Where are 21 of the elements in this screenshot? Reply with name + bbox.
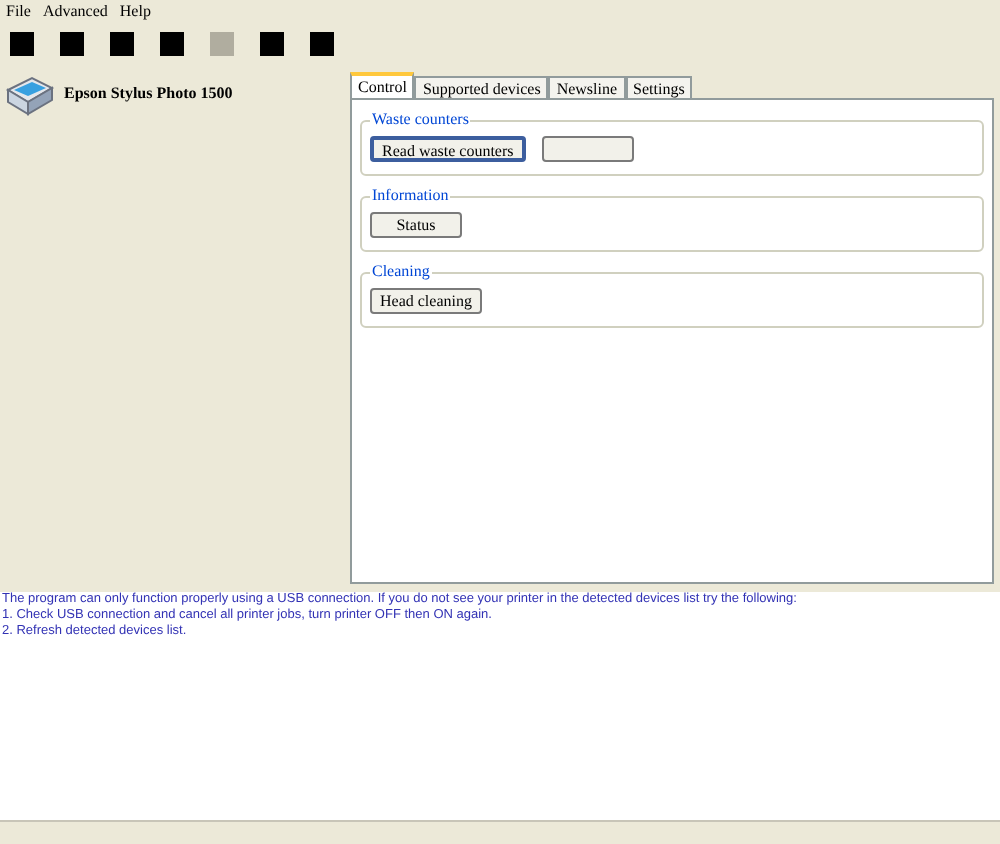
action-button[interactable]: Read waste counters (370, 136, 526, 162)
action-button[interactable] (541, 136, 634, 162)
action-button[interactable]: Status (370, 212, 462, 238)
group-title: Information (372, 186, 449, 204)
action-button[interactable]: Head cleaning (370, 288, 482, 314)
tab[interactable]: Settings (625, 76, 693, 98)
tab[interactable]: Supported devices (414, 76, 549, 98)
group-title: Waste counters (372, 110, 469, 128)
toolbar-button[interactable] (110, 32, 134, 56)
group-title: Cleaning (372, 262, 430, 280)
device-item[interactable]: Epson Stylus Photo 1500 (4, 70, 350, 118)
tab[interactable]: Control (350, 72, 415, 98)
toolbar-button[interactable] (260, 32, 284, 56)
tab[interactable]: Newsline (548, 76, 626, 98)
menu-item[interactable]: Advanced (42, 0, 108, 24)
menu-item[interactable]: Help (119, 0, 151, 24)
toolbar-button[interactable] (160, 32, 184, 56)
menu-item[interactable]: File (6, 0, 31, 24)
toolbar-button[interactable] (310, 32, 334, 56)
toolbar-button[interactable] (10, 32, 34, 56)
toolbar-button[interactable] (60, 32, 84, 56)
